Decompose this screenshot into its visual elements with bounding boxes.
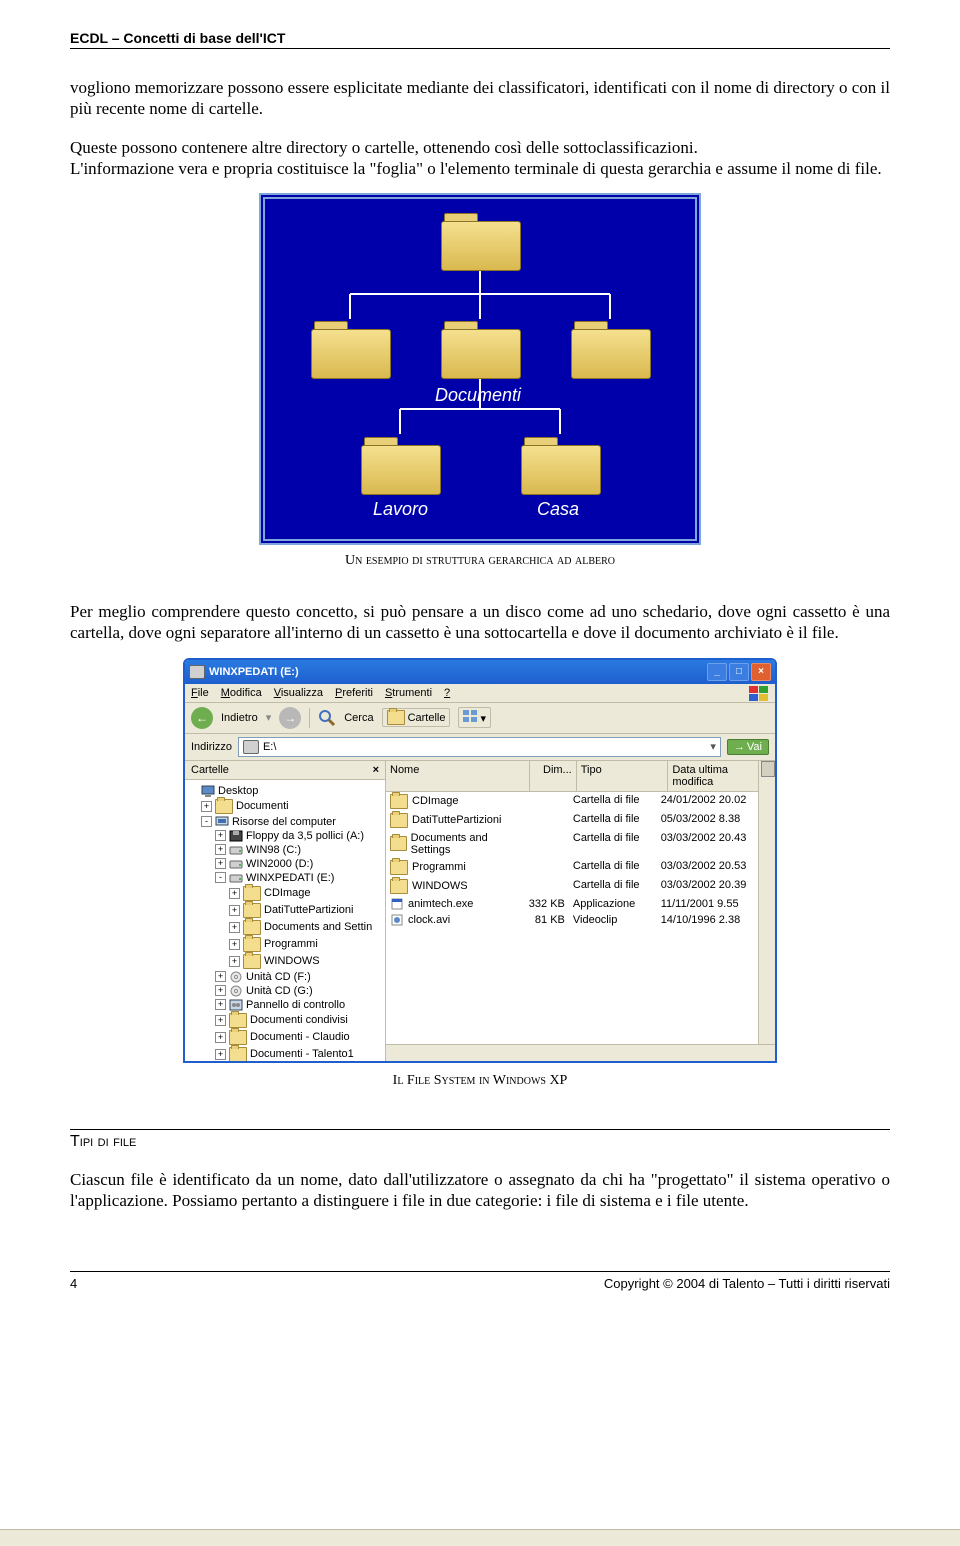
- expand-icon[interactable]: +: [229, 888, 240, 899]
- back-button[interactable]: ←: [191, 707, 213, 729]
- file-list-pane: Nome Dim... Tipo Data ultima modifica CD…: [386, 761, 775, 1061]
- tree-item[interactable]: +Documenti: [187, 798, 383, 815]
- paragraph: Queste possono contenere altre directory…: [70, 137, 890, 180]
- file-row[interactable]: Documents and SettingsCartella di file03…: [386, 830, 759, 858]
- dropdown-icon[interactable]: ▾: [266, 711, 272, 724]
- windows-flag-icon: [749, 686, 769, 702]
- close-button[interactable]: ×: [751, 663, 771, 681]
- tree-item[interactable]: +WINDOWS: [187, 953, 383, 970]
- page-footer: 4 Copyright © 2004 di Talento – Tutti i …: [70, 1271, 890, 1291]
- tree-item[interactable]: +DatiTuttePartizioni: [187, 902, 383, 919]
- file-row[interactable]: WINDOWSCartella di file03/03/2002 20.39: [386, 877, 759, 896]
- expand-icon[interactable]: +: [215, 830, 226, 841]
- expand-icon[interactable]: -: [215, 872, 226, 883]
- column-size[interactable]: Dim...: [530, 761, 577, 791]
- tree-item[interactable]: +Unità CD (G:): [187, 984, 383, 998]
- tree-item[interactable]: +Documents and Settin: [187, 919, 383, 936]
- file-row[interactable]: clock.avi81 KBVideoclip14/10/1996 2.38: [386, 912, 759, 928]
- figure-caption: Un esempio di struttura gerarchica ad al…: [70, 553, 890, 569]
- folders-button[interactable]: Cartelle: [382, 708, 451, 727]
- menu-view[interactable]: Visualizza: [274, 687, 323, 699]
- tree-diagram: Documenti Lavoro Casa: [259, 193, 701, 545]
- tree-item[interactable]: +Pannello di controllo: [187, 998, 383, 1012]
- menu-edit[interactable]: Modifica: [221, 687, 262, 699]
- expand-icon[interactable]: +: [215, 985, 226, 996]
- tree-item[interactable]: +Unità CD (F:): [187, 970, 383, 984]
- paragraph: Ciascun file è identificato da un nome, …: [70, 1169, 890, 1212]
- expand-icon[interactable]: +: [229, 922, 240, 933]
- tree-item[interactable]: +Documenti - Talento1: [187, 1046, 383, 1061]
- tree-pane: Cartelle × Desktop+Documenti-Risorse del…: [185, 761, 386, 1061]
- copyright: Copyright © 2004 di Talento – Tutti i di…: [604, 1276, 890, 1291]
- window-title: WINXPEDATI (E:): [209, 666, 299, 678]
- drive-icon: [189, 665, 205, 679]
- file-row[interactable]: CDImageCartella di file24/01/2002 20.02: [386, 792, 759, 811]
- back-label: Indietro: [221, 712, 258, 724]
- expand-icon[interactable]: +: [215, 1032, 226, 1043]
- forward-button[interactable]: →: [279, 707, 301, 729]
- search-button[interactable]: Cerca: [344, 712, 373, 724]
- expand-icon[interactable]: +: [215, 858, 226, 869]
- tree-close-icon[interactable]: ×: [373, 764, 379, 776]
- tree-item[interactable]: +CDImage: [187, 885, 383, 902]
- paragraph: Per meglio comprendere questo concetto, …: [70, 601, 890, 644]
- search-icon: [318, 709, 336, 727]
- window-titlebar[interactable]: WINXPEDATI (E:) _ □ ×: [185, 660, 775, 684]
- menu-file[interactable]: File: [191, 687, 209, 699]
- menu-help[interactable]: ?: [444, 687, 450, 699]
- menu-favorites[interactable]: Preferiti: [335, 687, 373, 699]
- views-button[interactable]: ▾: [458, 707, 491, 728]
- tree-item[interactable]: +Documenti condivisi: [187, 1012, 383, 1029]
- expand-icon[interactable]: -: [201, 816, 212, 827]
- horizontal-scrollbar[interactable]: [386, 1044, 775, 1061]
- explorer-window: WINXPEDATI (E:) _ □ × File Modifica Visu…: [183, 658, 777, 1063]
- tree-item[interactable]: +Programmi: [187, 936, 383, 953]
- go-button[interactable]: → Vai: [727, 739, 769, 755]
- tree-item[interactable]: +Documenti - Claudio: [187, 1029, 383, 1046]
- file-row[interactable]: ProgrammiCartella di file03/03/2002 20.5…: [386, 858, 759, 877]
- column-type[interactable]: Tipo: [577, 761, 669, 791]
- expand-icon[interactable]: +: [215, 971, 226, 982]
- expand-icon[interactable]: +: [215, 844, 226, 855]
- folder-icon: [387, 710, 405, 725]
- section-heading: Tipi di file: [70, 1129, 890, 1151]
- doc-header: ECDL – Concetti di base dell'ICT: [70, 30, 890, 49]
- expand-icon[interactable]: +: [215, 1049, 226, 1060]
- diagram-label: Casa: [537, 499, 579, 520]
- tree-header: Cartelle: [191, 764, 229, 776]
- address-label: Indirizzo: [191, 741, 232, 753]
- diagram-label: Lavoro: [373, 499, 428, 520]
- paragraph: vogliono memorizzare possono essere espl…: [70, 77, 890, 120]
- drive-icon: [243, 740, 259, 754]
- expand-icon[interactable]: +: [229, 956, 240, 967]
- expand-icon[interactable]: +: [229, 905, 240, 916]
- file-row[interactable]: DatiTuttePartizioniCartella di file05/03…: [386, 811, 759, 830]
- figure-caption: Il File System in Windows XP: [70, 1073, 890, 1089]
- menu-tools[interactable]: Strumenti: [385, 687, 432, 699]
- address-field[interactable]: E:\ ▾: [238, 737, 721, 757]
- tree-item[interactable]: Desktop: [187, 784, 383, 798]
- menubar: File Modifica Visualizza Preferiti Strum…: [185, 684, 775, 703]
- column-name[interactable]: Nome: [386, 761, 530, 791]
- tree-item[interactable]: +WIN2000 (D:): [187, 857, 383, 871]
- expand-icon[interactable]: +: [229, 939, 240, 950]
- tree-item[interactable]: +Floppy da 3,5 pollici (A:): [187, 829, 383, 843]
- expand-icon[interactable]: +: [201, 801, 212, 812]
- minimize-button[interactable]: _: [707, 663, 727, 681]
- tree-item[interactable]: +WIN98 (C:): [187, 843, 383, 857]
- tree-item[interactable]: -WINXPEDATI (E:): [187, 871, 383, 885]
- maximize-button[interactable]: □: [729, 663, 749, 681]
- vertical-scrollbar[interactable]: [758, 761, 775, 1061]
- tree-item[interactable]: -Risorse del computer: [187, 815, 383, 829]
- expand-icon[interactable]: +: [215, 1015, 226, 1026]
- page-number: 4: [70, 1276, 77, 1291]
- expand-icon[interactable]: +: [215, 999, 226, 1010]
- file-row[interactable]: animtech.exe332 KBApplicazione11/11/2001…: [386, 896, 759, 912]
- diagram-label: Documenti: [435, 385, 521, 406]
